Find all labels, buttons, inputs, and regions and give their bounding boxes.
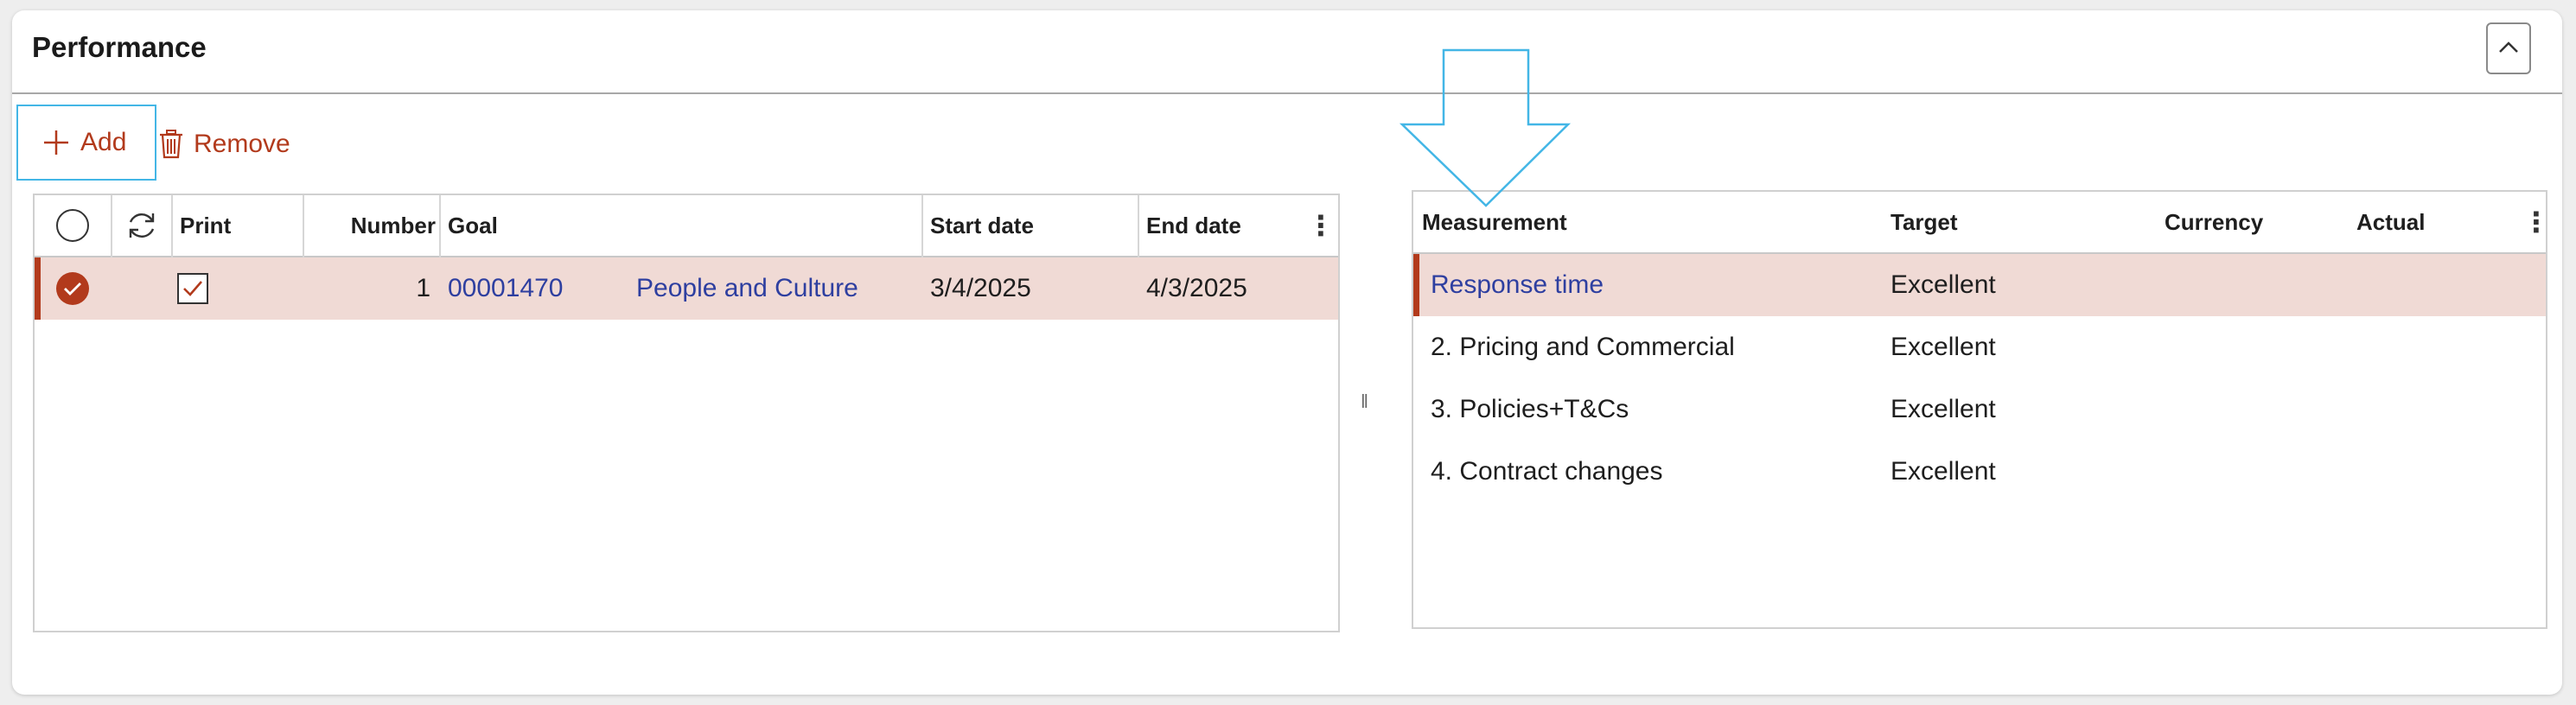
add-button[interactable]: Add xyxy=(16,105,156,181)
trash-icon xyxy=(160,130,182,159)
annotation-down-arrow-icon xyxy=(1399,48,1572,207)
number-cell: 1 xyxy=(416,274,430,302)
checkmark-circle-icon xyxy=(56,272,89,305)
column-header-number[interactable]: Number xyxy=(304,195,436,256)
select-all-checkbox[interactable] xyxy=(35,195,111,256)
target-cell: Excellent xyxy=(1891,457,1996,486)
target-cell: Excellent xyxy=(1891,333,1996,361)
column-header-target[interactable]: Target xyxy=(1891,192,2107,252)
table-row[interactable]: Response time Excellent xyxy=(1413,254,2546,316)
selected-row-indicator xyxy=(1413,254,1419,316)
target-cell: Excellent xyxy=(1891,270,1996,299)
checkbox-checked-icon xyxy=(177,273,208,304)
column-header-end-date[interactable]: End date xyxy=(1146,195,1302,256)
goals-grid: Print Number Goal Start date End date ⋮ … xyxy=(33,194,1340,632)
measurement-cell[interactable]: 4. Contract changes xyxy=(1431,441,1880,503)
measurement-cell[interactable]: 2. Pricing and Commercial xyxy=(1431,316,1880,378)
section-title: Performance xyxy=(32,31,207,63)
table-row[interactable]: 1 00001470 People and Culture 3/4/2025 4… xyxy=(35,257,1338,320)
column-header-start-date[interactable]: Start date xyxy=(930,195,1120,256)
add-button-label: Add xyxy=(80,128,127,156)
print-checkbox[interactable] xyxy=(171,257,214,320)
more-options-icon[interactable]: ⋮ xyxy=(1307,195,1335,256)
goal-name-link[interactable]: People and Culture xyxy=(636,257,921,320)
column-header-currency[interactable]: Currency xyxy=(2165,192,2337,252)
chevron-up-icon xyxy=(2499,41,2518,53)
more-options-icon[interactable]: ⋮ xyxy=(2522,192,2550,252)
header-divider xyxy=(12,92,2562,94)
pane-splitter[interactable]: ‖ xyxy=(1361,391,1368,413)
circle-checkbox-icon xyxy=(56,209,89,242)
column-header-actual[interactable]: Actual xyxy=(2356,192,2495,252)
measurement-link[interactable]: Response time xyxy=(1431,254,1880,316)
remove-button[interactable]: Remove xyxy=(159,113,290,175)
remove-button-label: Remove xyxy=(194,130,290,158)
goal-id-link[interactable]: 00001470 xyxy=(448,257,586,320)
refresh-icon xyxy=(129,213,155,238)
measurements-grid: Measurement Target Currency Actual ⋮ Res… xyxy=(1412,190,2550,629)
column-header-goal[interactable]: Goal xyxy=(448,195,880,256)
refresh-button[interactable] xyxy=(112,195,171,256)
row-select-checkbox[interactable] xyxy=(35,257,111,320)
end-date-cell: 4/3/2025 xyxy=(1146,274,1247,302)
collapse-button[interactable] xyxy=(2486,22,2531,74)
plus-icon xyxy=(44,130,68,155)
start-date-cell: 3/4/2025 xyxy=(930,274,1031,302)
measurement-cell[interactable]: 3. Policies+T&Cs xyxy=(1431,378,1880,441)
goals-grid-header: Print Number Goal Start date End date ⋮ xyxy=(35,195,1338,257)
measurements-grid-header: Measurement Target Currency Actual ⋮ xyxy=(1413,192,2550,254)
target-cell: Excellent xyxy=(1891,395,1996,423)
column-header-print[interactable]: Print xyxy=(180,195,309,256)
